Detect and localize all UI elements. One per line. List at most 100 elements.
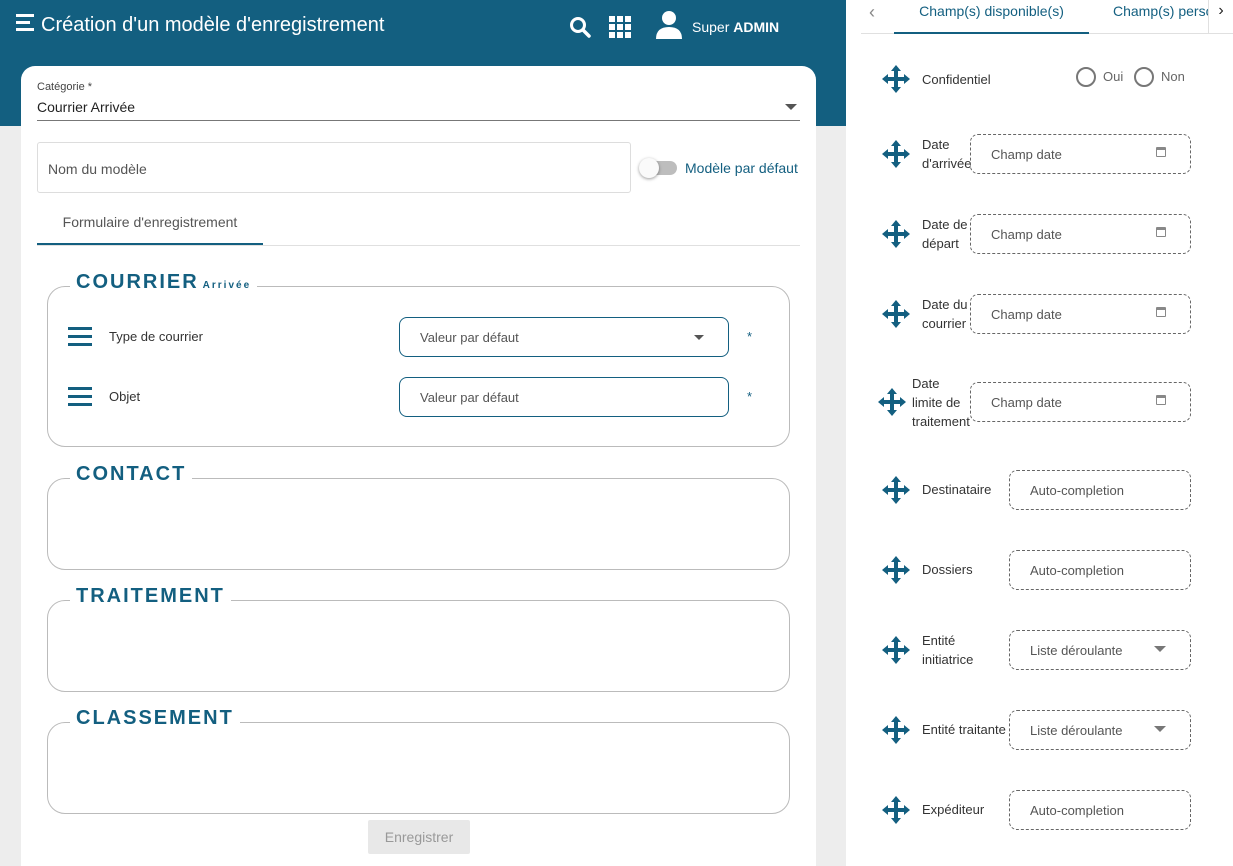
section-traitement: TRAITEMENT — [47, 585, 790, 692]
move-icon[interactable] — [881, 139, 911, 169]
required-marker: * — [747, 389, 753, 404]
section-classement: CLASSEMENT — [47, 707, 790, 814]
section-traitement-title: TRAITEMENT — [70, 585, 231, 608]
tab-available-fields[interactable]: Champ(s) disponible(s) — [894, 0, 1089, 34]
caret-down-icon — [694, 335, 704, 340]
category-label: Catégorie * — [37, 81, 93, 93]
panel-field-date-limite[interactable]: Date limite de traitement Champ date — [878, 376, 1201, 429]
panel-field-entite-traitante[interactable]: Entité traitante Liste déroulante — [881, 708, 1201, 752]
field-label: Objet — [109, 389, 141, 404]
default-model-label[interactable]: Modèle par défaut — [685, 160, 798, 176]
panel-field-label: Date d'arrivée — [922, 137, 972, 171]
autocomplete-input[interactable]: Auto-completion — [1009, 790, 1191, 830]
field-row-objet: Objet Valeur par défaut * — [68, 377, 768, 417]
move-icon[interactable] — [881, 475, 911, 505]
tab-custom-fields-label: Champ(s) personnalisé(s) — [1113, 3, 1208, 19]
chevron-left-icon[interactable]: ‹ — [869, 2, 887, 24]
caret-down-icon — [1154, 726, 1166, 732]
section-courrier: COURRIER Arrivée Type de courrier Valeur … — [47, 271, 790, 447]
drag-handle-icon[interactable] — [68, 327, 92, 347]
move-icon[interactable] — [881, 64, 911, 94]
autocomplete-input[interactable]: Auto-completion — [1009, 470, 1191, 510]
default-model-toggle[interactable] — [639, 158, 677, 178]
date-input[interactable]: Champ date — [970, 382, 1191, 422]
input-placeholder: Auto-completion — [1030, 483, 1124, 498]
move-icon[interactable] — [881, 299, 911, 329]
panel-field-entite-initiatrice[interactable]: Entité initiatrice Liste déroulante — [881, 628, 1201, 672]
panel-field-date-arrivee[interactable]: Date d'arrivée Champ date — [881, 132, 1201, 176]
panel-field-label: Expéditeur — [922, 802, 985, 817]
date-input[interactable]: Champ date — [970, 294, 1191, 334]
drag-handle-icon[interactable] — [68, 387, 92, 407]
field-row-type-courrier: Type de courrier Valeur par défaut * — [68, 317, 768, 357]
type-courrier-select[interactable]: Valeur par défaut — [399, 317, 729, 357]
radio-oui[interactable] — [1076, 67, 1096, 87]
panel-field-label: Confidentiel — [922, 72, 991, 87]
move-icon[interactable] — [881, 635, 911, 665]
apps-grid-icon[interactable] — [609, 16, 631, 38]
section-courrier-subtitle: Arrivée — [202, 280, 252, 291]
date-input[interactable]: Champ date — [970, 134, 1191, 174]
section-contact: CONTACT — [47, 463, 790, 570]
section-classement-title: CLASSEMENT — [70, 707, 240, 730]
tab-available-fields-label: Champ(s) disponible(s) — [919, 3, 1064, 19]
panel-field-label: Date limite de traitement — [912, 376, 970, 429]
tab-custom-fields[interactable]: Champ(s) personnalisé(s) — [1113, 3, 1208, 19]
panel-field-date-depart[interactable]: Date de départ Champ date — [881, 212, 1201, 256]
fields-panel: ‹ Champ(s) disponible(s) Champ(s) person… — [846, 0, 1233, 866]
user-name[interactable]: Super ADMIN — [692, 19, 779, 35]
page-title: Création d'un modèle d'enregistrement — [41, 14, 385, 36]
chevron-right-icon[interactable]: › — [1208, 0, 1233, 34]
input-placeholder: Champ date — [991, 395, 1062, 410]
move-icon[interactable] — [881, 555, 911, 585]
tab-registration-form[interactable]: Formulaire d'enregistrement — [37, 214, 263, 245]
move-icon[interactable] — [881, 715, 911, 745]
tab-registration-form-label: Formulaire d'enregistrement — [62, 214, 238, 230]
field-placeholder: Valeur par défaut — [420, 390, 519, 405]
category-underline — [37, 120, 800, 121]
calendar-icon[interactable] — [1156, 395, 1166, 405]
move-icon[interactable] — [877, 387, 907, 417]
field-placeholder: Valeur par défaut — [420, 330, 519, 345]
autocomplete-input[interactable]: Auto-completion — [1009, 550, 1191, 590]
panel-field-dossiers[interactable]: Dossiers Auto-completion — [881, 548, 1201, 592]
objet-input[interactable]: Valeur par défaut — [399, 377, 729, 417]
calendar-icon[interactable] — [1156, 307, 1166, 317]
form-card: Catégorie * Courrier Arrivée Nom du modè… — [21, 66, 816, 866]
calendar-icon[interactable] — [1156, 227, 1166, 237]
panel-field-date-courrier[interactable]: Date du courrier Champ date — [881, 292, 1201, 336]
panel-field-destinataire[interactable]: Destinataire Auto-completion — [881, 468, 1201, 512]
save-button[interactable]: Enregistrer — [368, 820, 470, 854]
panel-field-label: Date de départ — [922, 217, 968, 251]
model-name-input[interactable]: Nom du modèle — [37, 142, 631, 193]
date-input[interactable]: Champ date — [970, 214, 1191, 254]
move-icon[interactable] — [881, 795, 911, 825]
input-placeholder: Liste déroulante — [1030, 723, 1123, 738]
input-placeholder: Champ date — [991, 147, 1062, 162]
input-placeholder: Champ date — [991, 307, 1062, 322]
radio-non[interactable] — [1134, 67, 1154, 87]
panel-field-label: Dossiers — [922, 562, 973, 577]
caret-down-icon[interactable] — [785, 104, 797, 110]
move-icon[interactable] — [881, 219, 911, 249]
user-first-name: Super — [692, 19, 730, 35]
menu-icon[interactable] — [16, 14, 36, 32]
user-icon[interactable] — [655, 10, 683, 40]
radio-oui-label: Oui — [1103, 69, 1124, 84]
input-placeholder: Liste déroulante — [1030, 643, 1123, 658]
input-placeholder: Champ date — [991, 227, 1062, 242]
search-icon[interactable] — [569, 16, 591, 38]
category-select[interactable]: Courrier Arrivée — [37, 99, 135, 115]
section-courrier-title: COURRIER Arrivée — [70, 271, 258, 294]
panel-field-expediteur[interactable]: Expéditeur Auto-completion — [881, 788, 1201, 832]
calendar-icon[interactable] — [1156, 147, 1166, 157]
panel-tabs: ‹ Champ(s) disponible(s) Champ(s) person… — [861, 0, 1233, 34]
dropdown-select[interactable]: Liste déroulante — [1009, 710, 1191, 750]
panel-field-label: Entité initiatrice — [922, 633, 974, 667]
caret-down-icon — [1154, 646, 1166, 652]
dropdown-select[interactable]: Liste déroulante — [1009, 630, 1191, 670]
input-placeholder: Auto-completion — [1030, 563, 1124, 578]
panel-field-confidentiel[interactable]: Confidentiel Oui Non — [881, 57, 1201, 101]
radio-non-label: Non — [1161, 69, 1185, 84]
tab-divider — [37, 245, 800, 246]
